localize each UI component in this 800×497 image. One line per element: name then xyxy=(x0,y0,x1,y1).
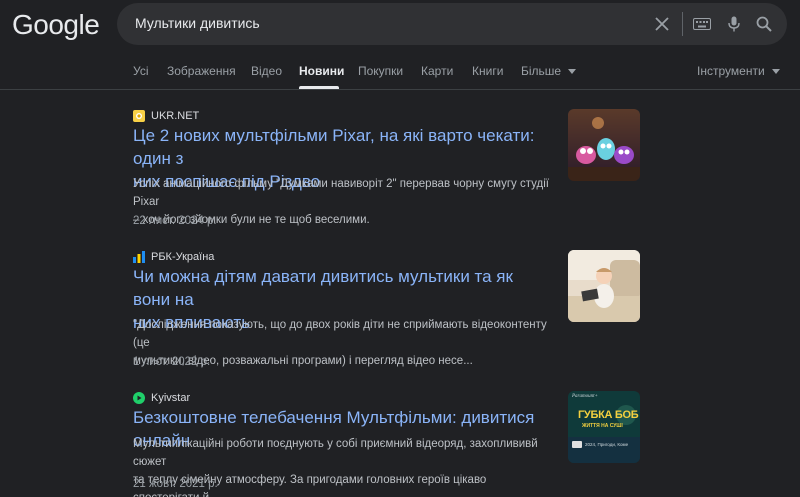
title-line: Це 2 нових мультфільми Pixar, на які вар… xyxy=(133,126,535,168)
news-result: Kyivstar Безкоштовне телебачення Мультфі… xyxy=(133,391,640,497)
news-result: UKR.NET Це 2 нових мультфільми Pixar, на… xyxy=(133,109,640,234)
search-divider xyxy=(682,12,683,36)
result-date: 22 лист. 2024 р. xyxy=(133,215,217,227)
result-thumbnail[interactable] xyxy=(568,109,640,181)
result-thumbnail[interactable]: Paramount+ ГУБКА БОБ ЖИТТЯ НА СУШІ 2024,… xyxy=(568,391,640,463)
tab-shopping[interactable]: Покупки xyxy=(358,64,403,78)
microphone-icon[interactable] xyxy=(721,11,747,37)
tools-label: Інструменти xyxy=(697,64,765,78)
caret-down-icon xyxy=(772,69,780,75)
tab-videos[interactable]: Відео xyxy=(251,64,282,78)
search-input[interactable]: Мультики дивитись xyxy=(135,15,260,31)
snippet-line: Успіх анімаційного фільму "Думками навив… xyxy=(133,178,549,208)
result-thumbnail[interactable] xyxy=(568,250,640,322)
keyboard-icon[interactable] xyxy=(689,11,715,37)
tab-images[interactable]: Зображення xyxy=(167,64,236,78)
thumb-subtitle: ЖИТТЯ НА СУШІ xyxy=(582,423,623,429)
thumb-badge: Paramount+ xyxy=(572,394,598,399)
tab-all[interactable]: Усі xyxy=(133,64,149,78)
header: Google Мультики дивитись Усі Зображення … xyxy=(0,0,800,90)
caret-down-icon xyxy=(568,69,577,75)
search-tabs: Усі Зображення Відео Новини Покупки Карт… xyxy=(0,60,800,90)
rbc-favicon-icon xyxy=(133,251,145,263)
kyivstar-favicon-icon xyxy=(133,392,145,404)
news-result: РБК-Україна Чи можна дітям давати дивити… xyxy=(133,250,640,375)
result-source[interactable]: РБК-Україна xyxy=(133,250,214,264)
close-icon[interactable] xyxy=(649,11,675,37)
snippet-line: Мультиплікаційні роботи поєднують у собі… xyxy=(133,438,538,468)
tab-books[interactable]: Книги xyxy=(472,64,503,78)
source-name: UKR.NET xyxy=(151,110,200,122)
tab-more-label: Більше xyxy=(521,64,562,78)
ukrnet-favicon-icon xyxy=(133,110,145,122)
snippet-line: "Дослідження показують, що до двох років… xyxy=(133,319,547,349)
tools-button[interactable]: Інструменти xyxy=(697,64,780,78)
search-bar[interactable]: Мультики дивитись xyxy=(117,3,787,45)
result-source[interactable]: UKR.NET xyxy=(133,109,199,123)
source-name: РБК-Україна xyxy=(151,251,215,263)
result-source[interactable]: Kyivstar xyxy=(133,391,190,405)
tab-maps[interactable]: Карти xyxy=(421,64,453,78)
tab-more[interactable]: Більше xyxy=(521,64,577,78)
tab-news[interactable]: Новини xyxy=(299,64,344,78)
search-icon[interactable] xyxy=(751,11,777,37)
result-date: 21 жовт. 2021 р. xyxy=(133,478,218,490)
active-tab-indicator xyxy=(299,86,339,89)
title-line: Чи можна дітям давати дивитись мультики … xyxy=(133,267,513,309)
thumb-meta: 2024, Пригоди, Коме xyxy=(585,442,629,447)
result-date: 1 лист. 2022 р. xyxy=(133,356,211,368)
google-logo[interactable]: Google xyxy=(12,9,100,41)
source-name: Kyivstar xyxy=(151,392,191,404)
thumb-title: ГУБКА БОБ xyxy=(578,409,639,421)
